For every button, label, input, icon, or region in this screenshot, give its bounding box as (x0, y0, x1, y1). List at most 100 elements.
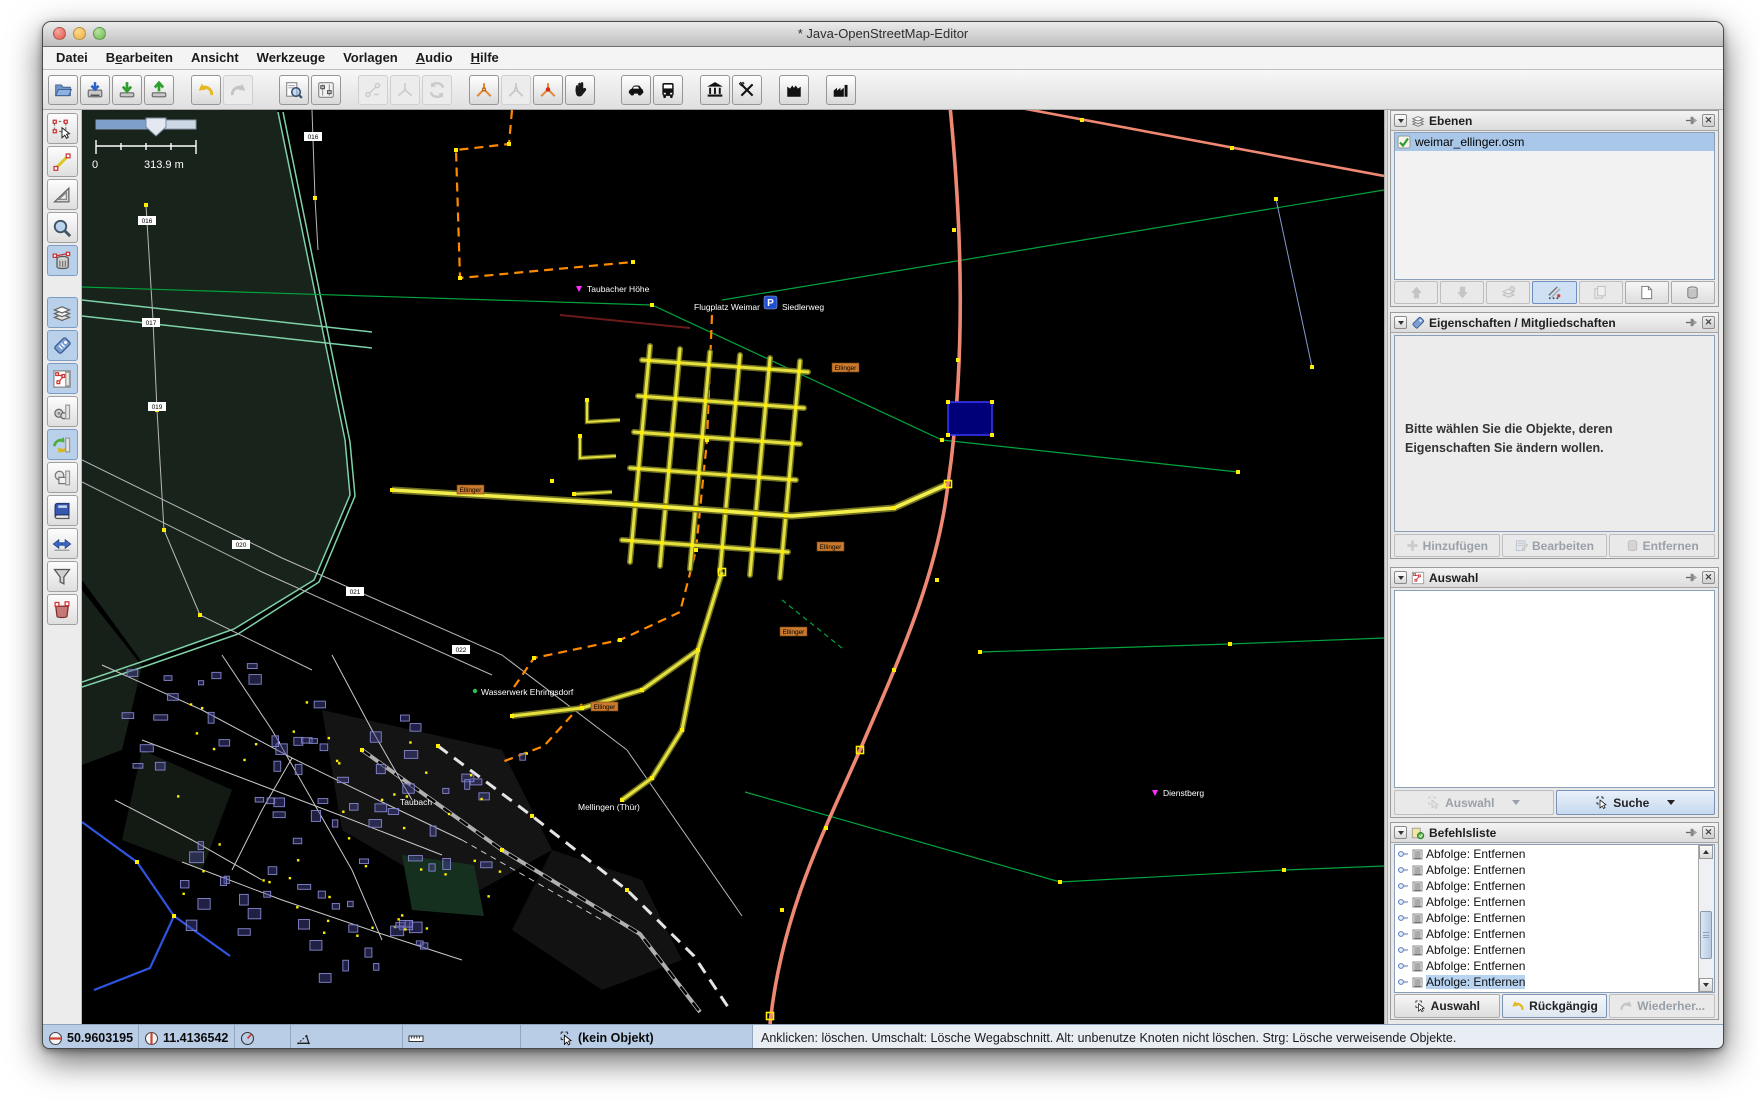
command-row[interactable]: Abfolge: Entfernen (1395, 910, 1699, 926)
scroll-down-icon[interactable] (1699, 978, 1713, 992)
menu-werkzeuge[interactable]: Werkzeuge (248, 47, 334, 69)
menu-vorlagen[interactable]: Vorlagen (334, 47, 407, 69)
close-icon[interactable]: ✕ (1702, 114, 1715, 127)
layer-down-button[interactable] (1440, 281, 1484, 304)
zoom-tool-button[interactable] (47, 212, 78, 243)
join-way-button[interactable] (390, 75, 420, 105)
selection-menu-button[interactable]: Auswahl (1394, 790, 1554, 815)
redo-icon (229, 81, 247, 99)
castle-map-style-button[interactable] (779, 75, 809, 105)
menu-bearbeiten[interactable]: Bearbeiten (97, 47, 182, 69)
bank-map-style-button[interactable] (700, 75, 730, 105)
layer-up-button[interactable] (1394, 281, 1438, 304)
close-icon[interactable]: ✕ (1702, 571, 1715, 584)
selected-building[interactable] (948, 402, 992, 435)
edit-property-button[interactable]: Bearbeiten (1502, 534, 1608, 557)
redo-command-button[interactable]: Wiederher... (1609, 994, 1715, 1018)
unglue-button[interactable] (533, 75, 563, 105)
menu-ansicht[interactable]: Ansicht (182, 47, 248, 69)
collapse-icon[interactable] (1394, 316, 1407, 329)
purge-button[interactable] (47, 594, 78, 625)
delete-tool-button[interactable] (47, 245, 78, 276)
pin-icon[interactable] (1685, 571, 1698, 584)
layer-opacity-button[interactable] (1532, 281, 1576, 304)
open-button[interactable] (48, 75, 78, 105)
remove-property-button[interactable]: Entfernen (1609, 534, 1715, 557)
sync-button[interactable] (422, 75, 452, 105)
menu-hilfe[interactable]: Hilfe (462, 47, 508, 69)
command-list-scrollbar[interactable] (1698, 845, 1714, 992)
bus-map-style-button[interactable] (653, 75, 683, 105)
command-row[interactable]: Abfolge: Entfernen (1395, 926, 1699, 942)
save-button[interactable] (80, 75, 110, 105)
collapse-icon[interactable] (1394, 571, 1407, 584)
upload-button[interactable] (144, 75, 174, 105)
command-list[interactable]: Abfolge: EntfernenAbfolge: EntfernenAbfo… (1394, 844, 1715, 993)
svg-text:Ellinger: Ellinger (460, 487, 483, 494)
delete-icon (52, 251, 72, 271)
scroll-thumb[interactable] (1700, 911, 1712, 959)
map-canvas[interactable]: P Flugplatz Weimar Siedlerweg Taubacher … (82, 110, 1384, 1024)
command-row[interactable]: Abfolge: Entfernen (1395, 878, 1699, 894)
download-button[interactable] (112, 75, 142, 105)
car-map-style-button[interactable] (621, 75, 651, 105)
titlebar[interactable]: * Java-OpenStreetMap-Editor (43, 22, 1723, 47)
minimize-window-button[interactable] (73, 27, 86, 40)
selection-panel-button[interactable] (47, 363, 78, 394)
delete-layer-button[interactable] (1671, 281, 1715, 304)
undo-command-button[interactable]: Rückgängig (1502, 994, 1608, 1018)
shapes-panel-button[interactable] (47, 462, 78, 493)
undo-button[interactable] (191, 75, 221, 105)
layer-list[interactable]: weimar_ellinger.osm (1394, 132, 1715, 280)
close-icon[interactable]: ✕ (1702, 316, 1715, 329)
measure-tool-button[interactable] (47, 179, 78, 210)
select-tool-button[interactable] (47, 113, 78, 144)
merge-nodes-button[interactable] (358, 75, 388, 105)
menu-datei[interactable]: Datei (47, 47, 97, 69)
relations-panel-button[interactable] (47, 396, 78, 427)
duplicate-layer-button[interactable] (1579, 281, 1623, 304)
close-icon[interactable]: ✕ (1702, 826, 1715, 839)
selection-list[interactable] (1394, 590, 1715, 788)
split-way-button[interactable] (469, 75, 499, 105)
factory-map-style-button[interactable] (826, 75, 856, 105)
purge-icon (52, 600, 72, 620)
pin-icon[interactable] (1685, 826, 1698, 839)
combine-way-button[interactable] (501, 75, 531, 105)
new-layer-button[interactable] (1625, 281, 1669, 304)
select-move-icon (52, 119, 72, 139)
layer-visible-icon[interactable] (1397, 135, 1411, 149)
search-button-panel[interactable]: Suche (1556, 790, 1716, 815)
upload-icon (150, 81, 168, 99)
command-stack-panel-button[interactable] (47, 429, 78, 460)
layers-panel-button[interactable] (47, 297, 78, 328)
layer-row[interactable]: weimar_ellinger.osm (1395, 133, 1714, 151)
dictionary-button[interactable] (47, 495, 78, 526)
redo-button[interactable] (223, 75, 253, 105)
close-window-button[interactable] (53, 27, 66, 40)
pin-icon[interactable] (1685, 316, 1698, 329)
add-property-button[interactable]: Hinzufügen (1394, 534, 1500, 557)
command-row[interactable]: Abfolge: Entfernen (1395, 958, 1699, 974)
filter-button[interactable] (47, 561, 78, 592)
command-row[interactable]: Abfolge: Entfernen (1395, 974, 1699, 990)
draw-node-tool-button[interactable] (47, 146, 78, 177)
preferences-button[interactable] (311, 75, 341, 105)
command-row[interactable]: Abfolge: Entfernen (1395, 846, 1699, 862)
collapse-icon[interactable] (1394, 826, 1407, 839)
merge-layer-button[interactable] (1486, 281, 1530, 304)
menu-audio[interactable]: Audio (407, 47, 462, 69)
search-button[interactable] (279, 75, 309, 105)
conflicts-button[interactable] (47, 528, 78, 559)
scroll-up-icon[interactable] (1699, 845, 1713, 859)
pan-button[interactable] (565, 75, 595, 105)
pin-icon[interactable] (1685, 114, 1698, 127)
command-row[interactable]: Abfolge: Entfernen (1395, 862, 1699, 878)
zoom-window-button[interactable] (93, 27, 106, 40)
tags-panel-button[interactable] (47, 330, 78, 361)
command-select-button[interactable]: Auswahl (1394, 994, 1500, 1018)
collapse-icon[interactable] (1394, 114, 1407, 127)
restaurant-map-style-button[interactable] (732, 75, 762, 105)
command-row[interactable]: Abfolge: Entfernen (1395, 894, 1699, 910)
command-row[interactable]: Abfolge: Entfernen (1395, 942, 1699, 958)
